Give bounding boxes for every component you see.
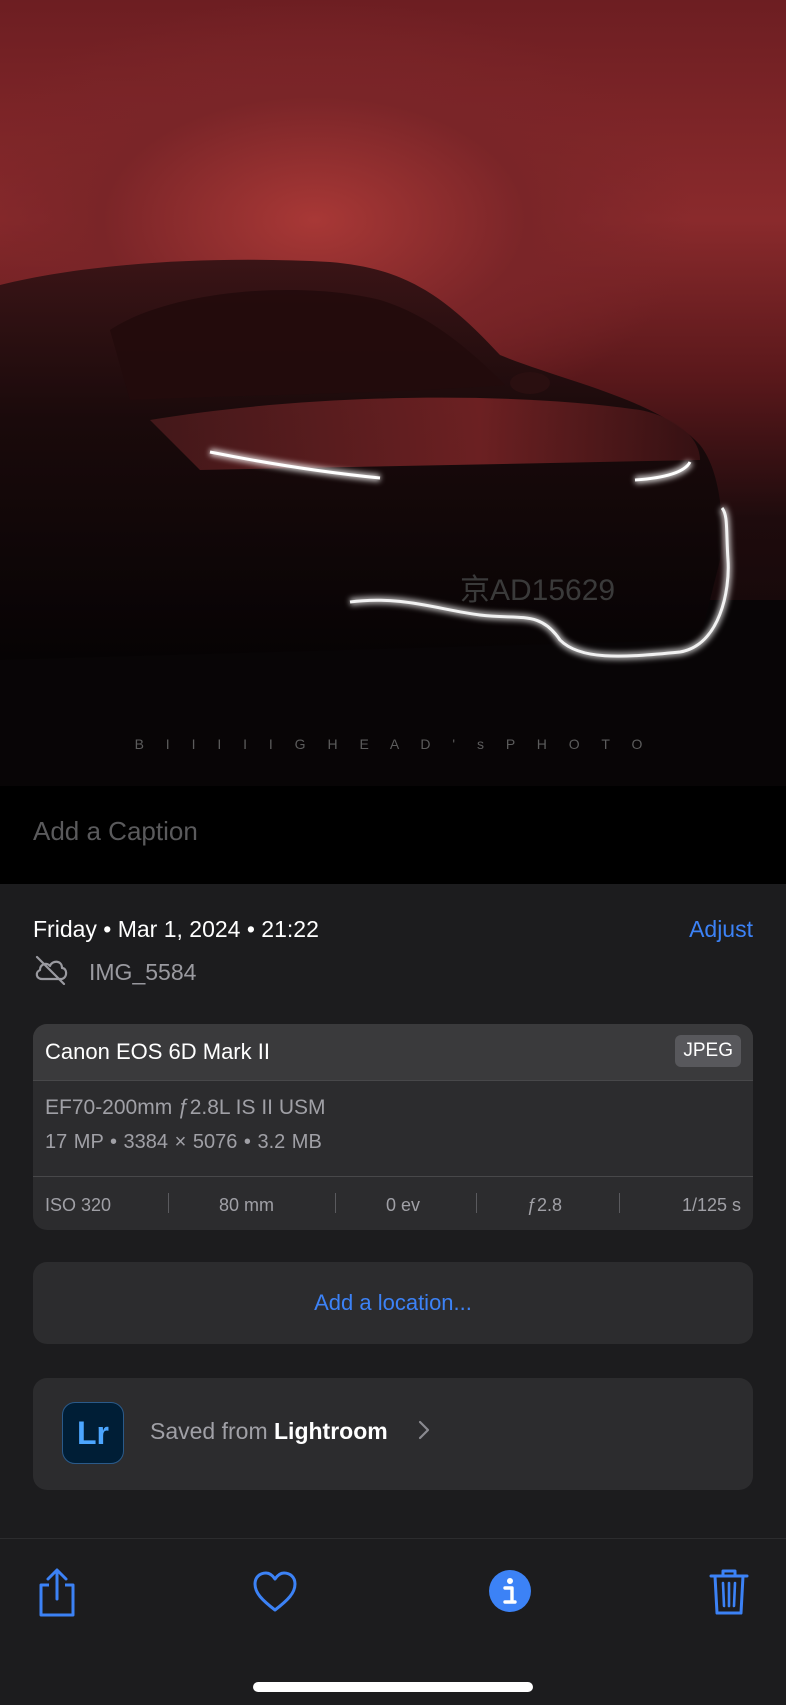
info-panel: Friday • Mar 1, 2024 • 21:22 Adjust IMG_…	[0, 884, 786, 1538]
exif-shutter-speed: 1/125 s	[681, 1195, 741, 1215]
exif-divider	[619, 1193, 620, 1213]
adjust-button[interactable]: Adjust	[689, 916, 753, 943]
format-badge: JPEG	[675, 1035, 741, 1067]
exif-divider	[168, 1193, 169, 1213]
image-specs: 17 MP • 3384 × 5076 • 3.2 MB	[45, 1131, 322, 1153]
file-row: IMG_5584	[33, 955, 197, 990]
source-text: Saved from Lightroom	[150, 1418, 388, 1445]
exif-row: ISO 320 80 mm 0 ev ƒ2.8 1/125 s	[33, 1176, 753, 1230]
exif-iso: ISO 320	[45, 1195, 112, 1215]
trash-icon[interactable]	[708, 1567, 750, 1622]
source-app-card[interactable]: Lr Saved from Lightroom	[33, 1378, 753, 1490]
photo-viewer[interactable]: 京AD15629 B I I I I I G H E A D ' s P H O…	[0, 0, 786, 786]
add-location-button[interactable]: Add a location...	[33, 1262, 753, 1344]
svg-text:京AD15629: 京AD15629	[460, 574, 615, 607]
heart-icon[interactable]	[252, 1571, 298, 1618]
camera-header: Canon EOS 6D Mark II JPEG	[33, 1024, 753, 1081]
source-app-name: Lightroom	[274, 1418, 388, 1444]
file-name: IMG_5584	[89, 958, 197, 985]
exif-focal-length: 80 mm	[219, 1195, 275, 1215]
caption-input[interactable]	[33, 816, 733, 847]
camera-model: Canon EOS 6D Mark II	[45, 1039, 270, 1064]
cloud-off-icon	[33, 955, 69, 990]
exif-exposure-value: 0 ev	[386, 1195, 421, 1215]
share-icon[interactable]	[36, 1567, 78, 1624]
exif-divider	[476, 1193, 477, 1213]
bottom-toolbar	[0, 1538, 786, 1705]
photo-watermark: B I I I I I G H E A D ' s P H O T O	[134, 736, 652, 752]
source-prefix: Saved from	[150, 1418, 268, 1444]
info-icon[interactable]	[488, 1569, 532, 1618]
car-photo: 京AD15629	[0, 259, 786, 786]
date-time: Friday • Mar 1, 2024 • 21:22	[33, 916, 319, 942]
lens-info: EF70-200mm ƒ2.8L IS II USM	[45, 1096, 326, 1119]
caption-bar	[0, 786, 786, 884]
camera-info-card: Canon EOS 6D Mark II JPEG EF70-200mm ƒ2.…	[33, 1024, 753, 1230]
add-location-label: Add a location...	[314, 1290, 472, 1315]
lightroom-logo-icon: Lr	[62, 1402, 124, 1464]
exif-divider	[335, 1193, 336, 1213]
home-indicator[interactable]	[253, 1682, 533, 1692]
chevron-right-icon	[417, 1418, 431, 1447]
exif-aperture: ƒ2.8	[527, 1195, 563, 1215]
